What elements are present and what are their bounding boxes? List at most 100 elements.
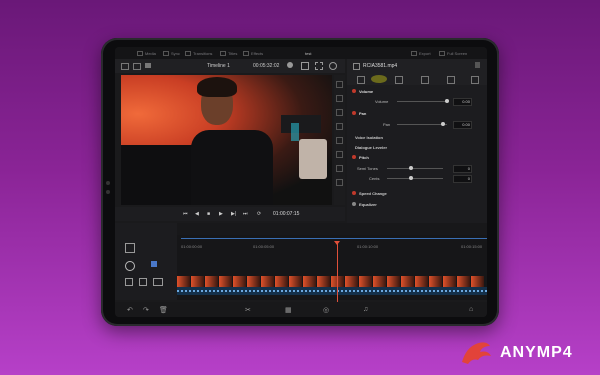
clip-thumbnail	[373, 276, 386, 287]
volume-slider[interactable]	[397, 101, 447, 102]
media-icon	[137, 51, 143, 57]
equalizer-header: Equalizer	[359, 202, 377, 207]
tool-icon-6[interactable]	[336, 151, 343, 158]
menu-item-sync[interactable]: Sync	[163, 51, 180, 57]
volume-enable-icon[interactable]	[352, 89, 356, 93]
speed-change-section[interactable]: Speed Change	[347, 189, 487, 198]
pitch-section[interactable]: Pitch	[347, 153, 487, 162]
volume-value[interactable]: 0.00	[453, 98, 472, 106]
image-icon[interactable]	[145, 63, 151, 68]
menu-item-transitions[interactable]: Transitions	[185, 51, 212, 57]
clip-thumbnail	[415, 276, 428, 287]
pitch-enable-icon[interactable]	[352, 155, 356, 159]
color-page-icon[interactable]: ◎	[323, 306, 329, 314]
tool-icon-8[interactable]	[336, 179, 343, 186]
cents-value[interactable]: 0	[453, 175, 472, 183]
audio-clip-strip[interactable]	[177, 287, 487, 295]
image-tab-icon[interactable]	[447, 76, 455, 84]
home-icon[interactable]: ⌂	[469, 306, 473, 313]
fullscreen-icon	[439, 51, 445, 57]
dialogue-leveler-section[interactable]: Dialogue Leveler	[347, 143, 487, 152]
pan-enable-icon[interactable]	[352, 111, 356, 115]
redo-icon[interactable]: ↷	[143, 306, 149, 314]
speaker-icon[interactable]	[139, 278, 147, 286]
transition-tab-icon[interactable]	[421, 76, 429, 84]
delete-icon[interactable]: 🗑	[159, 306, 168, 314]
menu-item-effects[interactable]: Effects	[243, 51, 263, 57]
timeline-name[interactable]: Timeline 1	[207, 63, 230, 69]
menu-bar: Media Sync Transitions Titles Effects te…	[115, 47, 487, 59]
menu-item-titles[interactable]: Titles	[220, 51, 237, 57]
video-tab-icon[interactable]	[357, 76, 365, 84]
crop-icon[interactable]	[315, 62, 323, 70]
video-preview[interactable]	[121, 75, 332, 205]
play-icon[interactable]: ▶	[219, 211, 223, 217]
video-track-icon[interactable]	[151, 261, 157, 267]
wipe-icon[interactable]	[287, 62, 293, 68]
loop-icon[interactable]: ⟳	[257, 211, 261, 217]
cents-slider[interactable]	[387, 178, 443, 179]
tool-icon-1[interactable]	[336, 81, 343, 88]
tool-icon-4[interactable]	[336, 123, 343, 130]
pan-section[interactable]: Pan	[347, 109, 487, 118]
pan-slider[interactable]	[397, 124, 447, 125]
lamp-glow	[291, 123, 299, 141]
semitones-value[interactable]: 0	[453, 165, 472, 173]
timeline-scroll-line[interactable]	[181, 238, 487, 239]
title-track-icon[interactable]	[125, 243, 135, 253]
go-to-start-icon[interactable]: ⏮	[183, 211, 188, 217]
volume-slider-knob[interactable]	[445, 99, 449, 103]
track-controls	[115, 223, 177, 300]
tool-icon-5[interactable]	[336, 137, 343, 144]
clip-thumbnail	[275, 276, 288, 287]
equalizer-enable-icon[interactable]	[352, 202, 356, 206]
lock-icon[interactable]	[125, 278, 133, 286]
fullscreen-button[interactable]: Full Screen	[439, 51, 467, 57]
volume-header: Volume	[359, 89, 374, 94]
speed-change-enable-icon[interactable]	[352, 191, 356, 195]
file-tab-icon[interactable]	[471, 76, 479, 84]
brand-mark-icon	[462, 342, 491, 364]
volume-section[interactable]: Volume	[347, 87, 487, 96]
step-back-icon[interactable]: ◀	[195, 211, 199, 217]
cents-slider-knob[interactable]	[409, 176, 413, 180]
transform-icon[interactable]	[301, 62, 309, 70]
zoom-icon[interactable]	[329, 62, 337, 70]
undo-icon[interactable]: ↶	[127, 306, 133, 314]
tool-icon-7[interactable]	[336, 165, 343, 172]
layout-icon[interactable]	[121, 63, 129, 70]
edit-page-icon[interactable]: ▦	[285, 306, 292, 314]
monitor-icon[interactable]	[153, 278, 163, 286]
person-hair	[197, 77, 237, 97]
brand-logo: ANYMP4	[458, 338, 598, 368]
menu-item-media[interactable]: Media	[137, 51, 156, 57]
speed-change-header: Speed Change	[359, 191, 387, 196]
step-forward-icon[interactable]: ▶|	[231, 211, 236, 217]
effects-tab-icon[interactable]	[395, 76, 403, 84]
semitones-slider[interactable]	[387, 168, 443, 169]
sync-icon	[163, 51, 169, 57]
pan-value[interactable]: 0.00	[453, 121, 472, 129]
panel-toggle-icon[interactable]	[475, 62, 480, 68]
export-button[interactable]: Export	[411, 51, 431, 57]
clip-thumbnail	[261, 276, 274, 287]
fairlight-page-icon[interactable]: ♫	[363, 306, 368, 313]
clip-icon	[353, 63, 360, 70]
edit-icon[interactable]	[125, 261, 135, 271]
tool-icon-3[interactable]	[336, 109, 343, 116]
stop-icon[interactable]: ■	[207, 211, 210, 217]
volume-row: Volume 0.00	[347, 97, 487, 106]
semitones-slider-knob[interactable]	[409, 166, 413, 170]
go-to-end-icon[interactable]: ⏭	[243, 211, 248, 217]
cut-page-icon[interactable]: ✂	[245, 306, 251, 314]
pan-slider-knob[interactable]	[441, 122, 445, 126]
audio-tab-icon[interactable]	[371, 75, 387, 83]
video-clip-strip[interactable]	[177, 276, 487, 287]
tool-icon-2[interactable]	[336, 95, 343, 102]
cents-label: Cents	[369, 176, 380, 181]
grid-icon[interactable]	[133, 63, 141, 70]
equalizer-section[interactable]: Equalizer	[347, 200, 487, 209]
inspector-tabs	[347, 73, 487, 85]
voice-isolation-section[interactable]: Voice Isolation	[347, 133, 487, 142]
playhead[interactable]	[337, 243, 338, 303]
